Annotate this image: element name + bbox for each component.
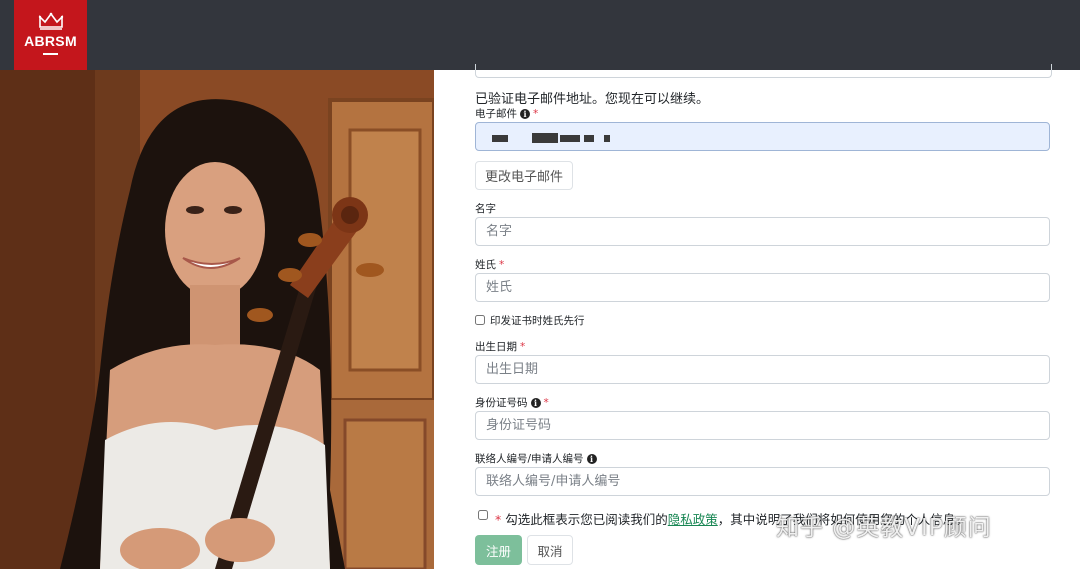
redacted-email [560,135,580,142]
watermark: 知乎 @英教VIP顾问 [776,515,992,541]
privacy-policy-link[interactable]: 隐私政策 [668,512,718,527]
last-name-input[interactable] [475,273,1050,302]
id-number-label: 身份证号码 i * [475,395,549,410]
verified-message: 已验证电子邮件地址。您现在可以继续。 [475,92,710,107]
first-name-input[interactable] [475,217,1050,246]
email-input[interactable] [475,122,1050,151]
email-label: 电子邮件 i * [475,106,538,121]
dob-input[interactable] [475,355,1050,384]
id-number-input[interactable] [475,411,1050,440]
info-icon[interactable]: i [586,454,597,464]
crown-icon [38,12,64,30]
contact-number-input[interactable] [475,467,1050,496]
cellist-photo [0,70,434,569]
top-header-bar [0,0,1080,70]
redacted-email [532,133,558,143]
register-button[interactable]: 注册 [475,535,522,565]
required-mark: * [533,108,539,120]
brand-name: ABRSM [24,33,77,49]
redacted-email [604,135,610,142]
redacted-email [492,135,508,142]
last-name-label-text: 姓氏 [475,259,496,271]
dob-label-text: 出生日期 [475,341,517,353]
info-icon[interactable]: i [530,398,541,408]
consent-text-before: 勾选此框表示您已阅读我们的 [505,512,668,527]
abrsm-logo[interactable]: ABRSM [14,0,87,70]
required-mark: * [499,259,505,271]
logo-rule [43,53,58,55]
required-mark: * [543,397,549,409]
consent-checkbox[interactable] [478,510,488,520]
contact-number-label-text: 联络人编号/申请人编号 [475,453,584,465]
required-mark: * [495,512,502,527]
change-email-button[interactable]: 更改电子邮件 [475,161,573,190]
dob-label: 出生日期 * [475,339,525,354]
cancel-button[interactable]: 取消 [527,535,573,565]
surname-first-checkbox[interactable] [475,315,485,325]
registration-form: 已验证电子邮件地址。您现在可以继续。 电子邮件i* 更改电子邮件 名字 姓氏* … [475,64,1052,569]
first-name-label: 名字 [475,203,496,215]
previous-input-bottom[interactable] [475,64,1052,78]
redacted-email [584,135,594,142]
required-mark: * [520,341,526,353]
info-icon[interactable]: i [520,109,530,119]
contact-number-label: 联络人编号/申请人编号 i [475,451,597,466]
surname-first-label: 印发证书时姓氏先行 [490,315,585,327]
email-label-text: 电子邮件 [475,108,517,120]
id-number-label-text: 身份证号码 [475,397,528,409]
last-name-label: 姓氏 * [475,257,504,272]
